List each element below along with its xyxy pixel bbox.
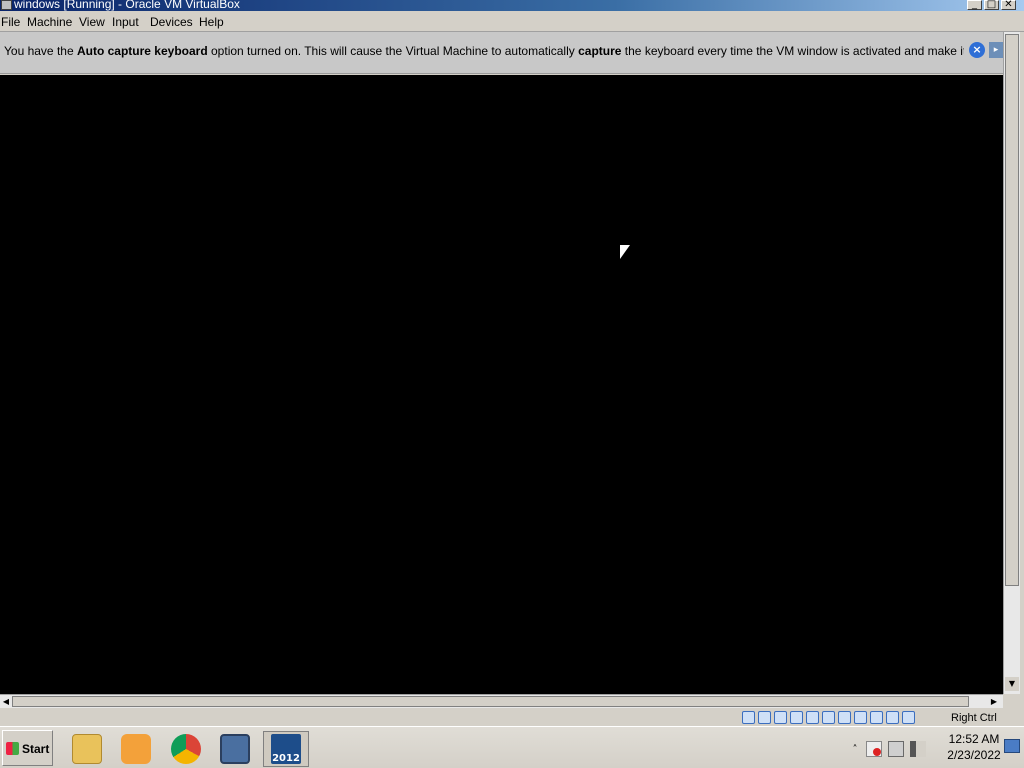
scroll-right-arrow-icon[interactable]: ▶: [989, 696, 999, 707]
optical-drive-icon[interactable]: [758, 711, 771, 724]
close-button[interactable]: ✕: [1001, 0, 1016, 10]
taskbar-media-player[interactable]: [113, 731, 159, 767]
display-icon[interactable]: [838, 711, 851, 724]
action-center-icon[interactable]: [866, 741, 882, 757]
network-icon[interactable]: [888, 741, 904, 757]
start-button[interactable]: Start: [2, 730, 53, 766]
audio-icon[interactable]: [774, 711, 787, 724]
taskbar-vm-window[interactable]: 2012: [263, 731, 309, 767]
host-key-label[interactable]: Right Ctrl: [951, 712, 997, 724]
media-player-icon: [121, 734, 151, 764]
notification-text-1: You have the: [4, 44, 77, 58]
taskbar-virtualbox[interactable]: [212, 731, 258, 767]
shared-folders-icon[interactable]: [822, 711, 835, 724]
hard-disk-icon[interactable]: [742, 711, 755, 724]
taskbar-chrome[interactable]: [163, 731, 209, 767]
menu-view[interactable]: View: [79, 15, 105, 29]
horizontal-scroll-thumb[interactable]: [12, 696, 969, 707]
system-tray: ˄: [850, 735, 926, 763]
notification-bold-1: Auto capture keyboard: [76, 44, 208, 58]
virtualization-icon: [870, 711, 883, 724]
menu-devices[interactable]: Devices: [150, 15, 193, 29]
scroll-down-arrow-icon[interactable]: ▼: [1005, 677, 1019, 691]
maximize-button[interactable]: □: [984, 0, 999, 10]
windows-flag-icon: [6, 742, 19, 755]
window-title: windows [Running] - Oracle VM VirtualBox: [14, 0, 240, 11]
mouse-capture-icon[interactable]: ▸: [989, 42, 1003, 58]
notification-text-2: option turned on. This will cause the Vi…: [207, 44, 579, 58]
menu-help[interactable]: Help: [199, 15, 224, 29]
scroll-left-arrow-icon[interactable]: ◀: [1, 696, 11, 707]
show-desktop-button[interactable]: [1004, 739, 1020, 753]
notification-bold-2: capture: [578, 44, 622, 58]
vm-display[interactable]: [0, 75, 1003, 694]
folder-explorer-icon: [72, 734, 102, 764]
clock-date: 2/23/2022: [947, 748, 1001, 762]
virtualbox-app-icon: [1, 0, 12, 10]
mouse-integration-icon[interactable]: [886, 711, 899, 724]
usb-icon[interactable]: [806, 711, 819, 724]
vm-status-bar: Right Ctrl: [0, 708, 1024, 726]
vertical-scrollbar[interactable]: ▼: [1003, 32, 1020, 694]
keyboard-capture-icon[interactable]: [902, 711, 915, 724]
menu-bar: File Machine View Input Devices Help: [0, 11, 1024, 32]
taskbar-explorer[interactable]: [64, 731, 110, 767]
close-circle-icon[interactable]: ×: [969, 42, 985, 58]
menu-machine[interactable]: Machine: [27, 15, 72, 29]
video-capture-icon[interactable]: [854, 711, 867, 724]
horizontal-scrollbar[interactable]: ◀ ▶: [0, 694, 1003, 708]
menu-file[interactable]: File: [1, 15, 20, 29]
windows-server-2012-icon: 2012: [271, 734, 301, 764]
network-icon[interactable]: [790, 711, 803, 724]
virtualbox-icon: [220, 734, 250, 764]
menu-input[interactable]: Input: [112, 15, 139, 29]
volume-icon[interactable]: [910, 741, 926, 757]
start-label: Start: [22, 742, 50, 756]
status-icons: [742, 711, 915, 724]
notification-text-3: the keyboard every time the VM window is…: [624, 44, 964, 58]
mouse-pointer-icon: [620, 245, 630, 259]
minimize-button[interactable]: _: [967, 0, 982, 10]
title-bar[interactable]: windows [Running] - Oracle VM VirtualBox…: [0, 0, 1024, 11]
taskbar: Start 2012 ˄ 12:52 AM 2/23/2022: [0, 726, 1024, 768]
clock-time: 12:52 AM: [948, 732, 1000, 746]
virtualbox-window: windows [Running] - Oracle VM VirtualBox…: [0, 0, 1024, 768]
vertical-scroll-thumb[interactable]: [1005, 34, 1019, 586]
show-hidden-icons-button[interactable]: ˄: [850, 744, 860, 755]
auto-capture-notification: You have the Auto capture keyboard optio…: [0, 32, 1003, 74]
notification-message: You have the Auto capture keyboard optio…: [4, 44, 964, 58]
chrome-icon: [171, 734, 201, 764]
system-clock[interactable]: 12:52 AM 2/23/2022: [944, 731, 1004, 763]
